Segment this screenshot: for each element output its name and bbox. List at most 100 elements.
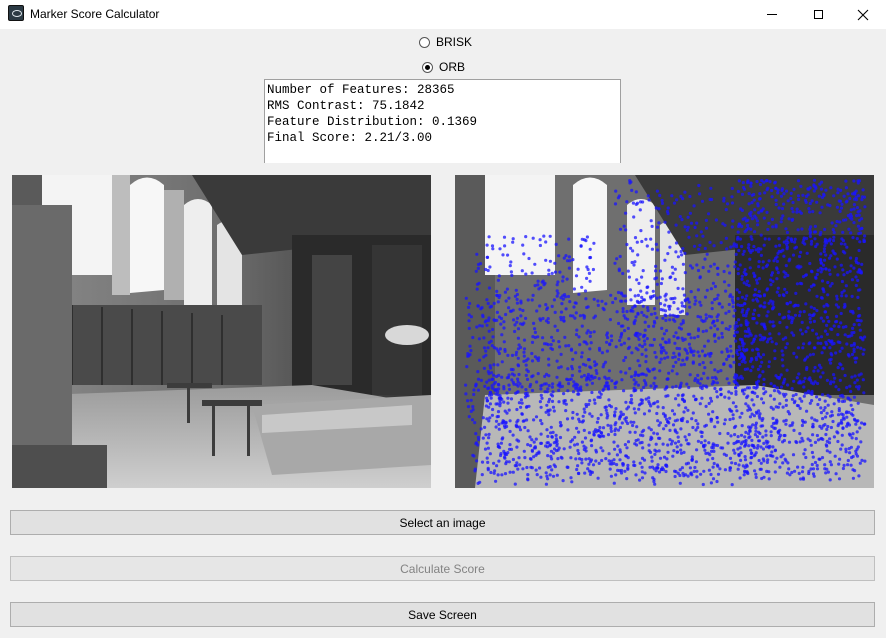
feature-point <box>844 450 848 454</box>
feature-point <box>795 440 799 445</box>
feature-point <box>641 434 645 438</box>
maximize-button[interactable] <box>795 0 841 29</box>
feature-point <box>613 413 617 417</box>
feature-point <box>614 407 618 411</box>
feature-point <box>487 316 491 320</box>
feature-point <box>803 448 807 452</box>
feature-point <box>487 329 491 333</box>
feature-point <box>653 384 657 388</box>
feature-point <box>675 315 679 319</box>
feature-point <box>663 309 668 313</box>
close-button[interactable] <box>840 0 886 29</box>
feature-point <box>724 311 728 315</box>
feature-point <box>650 224 654 228</box>
feature-point <box>629 397 634 402</box>
feature-point <box>670 439 674 443</box>
feature-point <box>703 319 707 323</box>
radio-orb-indicator[interactable] <box>422 61 433 73</box>
feature-point <box>515 297 519 301</box>
feature-point <box>516 327 521 331</box>
radio-orb[interactable]: ORB <box>422 60 465 74</box>
feature-point <box>741 181 745 185</box>
feature-point <box>751 312 755 316</box>
feature-point <box>644 360 648 364</box>
feature-point <box>652 367 656 371</box>
minimize-button[interactable] <box>749 0 795 29</box>
feature-point <box>528 444 533 448</box>
feature-point <box>555 444 559 448</box>
feature-point <box>486 370 490 374</box>
feature-point <box>554 440 558 444</box>
feature-point <box>850 436 854 440</box>
feature-point <box>507 408 511 412</box>
feature-point <box>688 305 692 309</box>
feature-point <box>831 228 835 232</box>
stats-output[interactable]: Number of Features: 28365 RMS Contrast: … <box>264 79 621 163</box>
feature-point <box>663 220 667 224</box>
stats-feature-count: Number of Features: 28365 <box>267 83 455 97</box>
feature-point <box>779 385 784 389</box>
feature-point <box>832 251 836 255</box>
feature-point <box>664 292 668 296</box>
feature-point <box>653 307 657 311</box>
feature-point <box>519 405 523 409</box>
feature-point <box>465 365 469 369</box>
feature-point <box>589 438 594 442</box>
feature-point <box>552 451 556 455</box>
feature-point <box>555 473 559 477</box>
feature-point <box>736 383 740 387</box>
feature-point <box>724 289 728 293</box>
select-image-button[interactable]: Select an image <box>10 510 875 535</box>
feature-point <box>624 211 628 215</box>
feature-point <box>829 242 833 246</box>
feature-point <box>802 394 806 398</box>
feature-point <box>695 263 699 267</box>
feature-point <box>628 181 632 185</box>
feature-point <box>506 353 510 357</box>
feature-point <box>662 455 667 459</box>
radio-brisk-indicator[interactable] <box>419 36 430 48</box>
feature-point <box>822 346 826 350</box>
feature-point <box>814 332 819 336</box>
feature-point <box>692 353 696 357</box>
feature-point <box>547 363 551 367</box>
feature-point <box>805 409 809 413</box>
feature-point <box>682 450 686 454</box>
save-screen-button[interactable]: Save Screen <box>10 602 875 627</box>
feature-point <box>495 289 499 293</box>
feature-point <box>807 342 811 346</box>
feature-point <box>636 348 640 352</box>
feature-point <box>504 299 508 303</box>
feature-point <box>483 425 487 429</box>
feature-point <box>861 338 865 342</box>
feature-point <box>507 296 511 300</box>
feature-point <box>815 467 820 471</box>
feature-point <box>846 463 850 467</box>
feature-point <box>703 443 707 447</box>
feature-point <box>823 258 827 262</box>
feature-point <box>744 297 748 301</box>
feature-point <box>526 443 530 447</box>
calculate-score-button[interactable]: Calculate Score <box>10 556 875 581</box>
feature-point <box>791 253 796 257</box>
feature-point <box>731 401 735 405</box>
feature-point <box>490 377 494 381</box>
feature-point <box>467 305 471 309</box>
feature-point <box>796 179 801 183</box>
feature-point <box>851 192 855 196</box>
feature-point <box>497 459 501 463</box>
feature-point <box>707 412 711 416</box>
feature-point <box>540 422 544 426</box>
feature-point <box>824 267 828 271</box>
feature-point <box>738 356 742 360</box>
feature-point <box>717 302 721 306</box>
feature-point <box>624 299 628 303</box>
feature-point <box>771 445 775 449</box>
feature-point <box>508 429 512 434</box>
feature-point <box>720 321 724 325</box>
feature-point <box>550 399 555 403</box>
radio-brisk[interactable]: BRISK <box>419 35 472 49</box>
feature-point <box>734 321 738 325</box>
feature-point <box>731 305 735 309</box>
feature-point <box>503 290 507 294</box>
